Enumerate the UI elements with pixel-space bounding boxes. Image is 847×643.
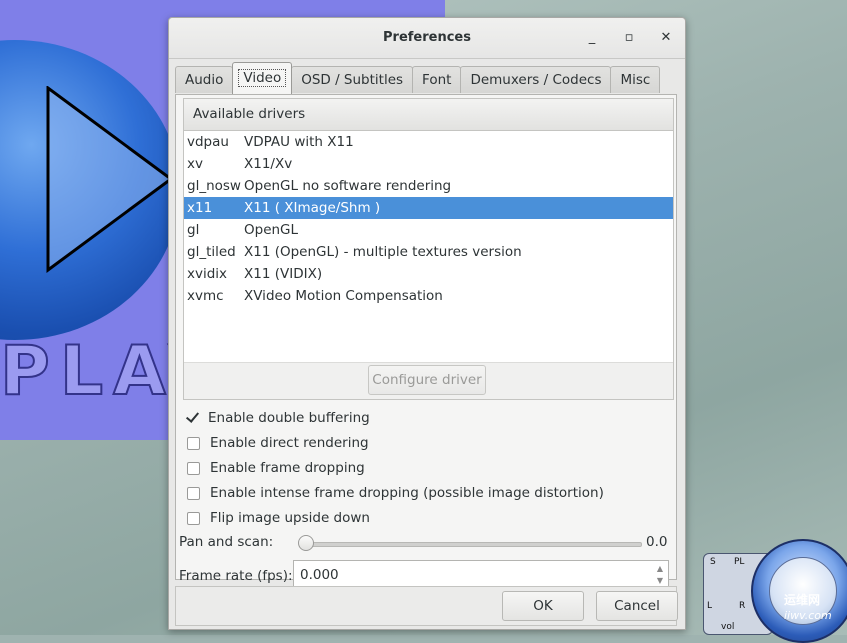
frame-rate-value: 0.000 (300, 567, 339, 583)
maximize-button[interactable]: ▫ (619, 28, 639, 48)
option-label: Enable intense frame dropping (possible … (210, 485, 604, 501)
cancel-button[interactable]: Cancel (596, 591, 678, 621)
tab-osd-subtitles[interactable]: OSD / Subtitles (291, 66, 414, 93)
pan-scan-slider-track[interactable] (305, 542, 642, 547)
option-label: Enable double buffering (208, 410, 370, 426)
title-bar[interactable]: Preferences _ ▫ ✕ (169, 18, 685, 59)
driver-name: gl_nosw (187, 178, 241, 194)
driver-desc: X11 (VIDIX) (244, 266, 323, 282)
drivers-column-header[interactable]: Available drivers (184, 99, 673, 131)
ok-button[interactable]: OK (502, 591, 584, 621)
driver-row-x11[interactable]: x11 X11 ( XImage/Shm ) (184, 197, 673, 219)
option-frame-dropping[interactable]: Enable frame dropping (183, 456, 674, 481)
driver-row-gl-nosw[interactable]: gl_nosw OpenGL no software rendering (184, 175, 673, 197)
option-flip-image[interactable]: Flip image upside down (183, 506, 674, 531)
tab-video-label: Video (238, 69, 287, 87)
drivers-footer: Configure driver (184, 362, 673, 399)
driver-row-xv[interactable]: xv X11/Xv (184, 153, 673, 175)
drivers-list-frame: Available drivers vdpau VDPAU with X11 xv… (183, 98, 674, 400)
option-label: Enable direct rendering (210, 435, 369, 451)
tab-audio[interactable]: Audio (175, 66, 234, 93)
watermark-text: 运维网 (784, 593, 821, 607)
drivers-list[interactable]: vdpau VDPAU with X11 xv X11/Xv gl_nosw Open… (184, 131, 673, 307)
tab-bar: Audio Video OSD / Subtitles Font Demuxer… (175, 62, 661, 94)
dialog-button-bar: OK Cancel (175, 586, 678, 626)
driver-row-xvmc[interactable]: xvmc XVideo Motion Compensation (184, 285, 673, 307)
checkbox-icon[interactable] (187, 487, 200, 500)
driver-desc: OpenGL no software rendering (244, 178, 452, 194)
driver-desc: X11 (OpenGL) - multiple textures version (244, 244, 522, 260)
mini-label-vol: vol (721, 622, 735, 632)
pan-scan-label: Pan and scan: (179, 534, 274, 550)
option-direct-rendering[interactable]: Enable direct rendering (183, 431, 674, 456)
tab-video[interactable]: Video (232, 62, 293, 94)
driver-row-gl-tiled[interactable]: gl_tiled X11 (OpenGL) - multiple textures… (184, 241, 673, 263)
driver-name: xv (187, 156, 203, 172)
mini-label-r: R (739, 601, 746, 611)
dialog-title: Preferences (383, 30, 471, 45)
driver-row-vdpau[interactable]: vdpau VDPAU with X11 (184, 131, 673, 153)
frame-rate-label: Frame rate (fps): (179, 568, 293, 584)
mini-label-s: S (710, 557, 716, 567)
pan-scan-slider-handle[interactable] (298, 535, 314, 551)
minimize-button[interactable]: _ (582, 28, 602, 48)
pan-scan-value: 0.0 (646, 534, 668, 550)
checkbox-icon[interactable] (187, 437, 200, 450)
video-tab-pane: Available drivers vdpau VDPAU with X11 xv… (175, 94, 677, 590)
tab-demuxers-codecs[interactable]: Demuxers / Codecs (460, 66, 612, 93)
driver-name: xvmc (187, 288, 224, 304)
tab-font[interactable]: Font (412, 66, 462, 93)
pan-scan-row: Pan and scan: 0.0 (179, 532, 669, 554)
checkbox-icon[interactable] (187, 512, 200, 525)
driver-desc: XVideo Motion Compensation (244, 288, 443, 304)
driver-desc: X11 ( XImage/Shm ) (244, 200, 381, 216)
driver-name: x11 (187, 200, 213, 216)
mini-label-pl: PL (734, 557, 745, 567)
video-options: Enable double buffering Enable direct re… (183, 406, 674, 531)
driver-name: gl_tiled (187, 244, 236, 260)
driver-desc: X11/Xv (244, 156, 293, 172)
option-label: Enable frame dropping (210, 460, 365, 476)
mini-label-l: L (707, 601, 713, 611)
driver-name: gl (187, 222, 200, 238)
driver-desc: OpenGL (244, 222, 299, 238)
driver-row-xvidix[interactable]: xvidix X11 (VIDIX) (184, 263, 673, 285)
watermark-url: iiwv.com (784, 609, 832, 622)
tab-misc[interactable]: Misc (610, 66, 661, 93)
driver-name: vdpau (187, 134, 229, 150)
spin-up-icon[interactable]: ▲ (654, 563, 666, 575)
checkbox-icon[interactable] (187, 462, 200, 475)
driver-desc: VDPAU with X11 (244, 134, 354, 150)
configure-driver-button[interactable]: Configure driver (368, 365, 486, 395)
option-double-buffering[interactable]: Enable double buffering (183, 406, 674, 431)
driver-row-gl[interactable]: gl OpenGL (184, 219, 673, 241)
close-button[interactable]: ✕ (656, 28, 676, 48)
driver-name: xvidix (187, 266, 228, 282)
option-label: Flip image upside down (210, 510, 370, 526)
preferences-dialog: Preferences _ ▫ ✕ Audio Video OSD / Subt… (168, 17, 686, 630)
option-intense-frame-dropping[interactable]: Enable intense frame dropping (possible … (183, 481, 674, 506)
play-triangle-icon (46, 86, 174, 273)
checkbox-checked-icon[interactable] (187, 413, 198, 424)
